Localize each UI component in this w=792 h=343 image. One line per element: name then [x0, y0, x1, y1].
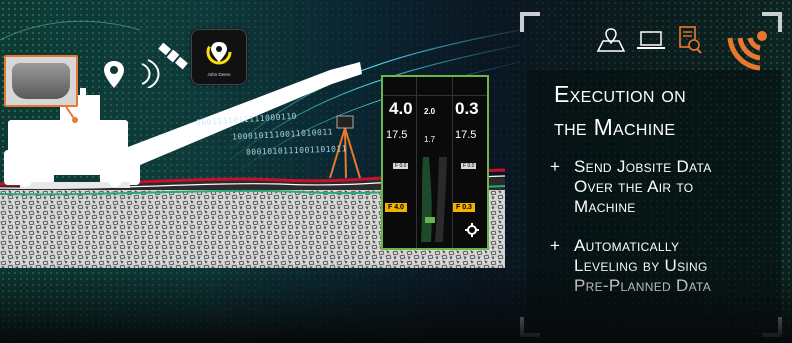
- banner: 0001111011111000110 1000101110011010011 …: [0, 0, 792, 343]
- center-top-value: 2.0: [424, 107, 436, 116]
- right-target-value: F 0.3: [453, 203, 475, 212]
- right-depth-value: 17.5: [455, 129, 477, 141]
- laptop-icon: [637, 31, 665, 49]
- left-target-value: F 4.0: [385, 203, 407, 212]
- right-tag: F 0.0: [461, 163, 477, 169]
- bullet-line: Pre-Planned Data: [574, 276, 712, 295]
- john-deere-app-icon: John Deere: [191, 29, 247, 85]
- bullet-mark: +: [550, 236, 561, 255]
- bullet-line: Over the Air to: [574, 177, 694, 196]
- app-label: John Deere: [207, 72, 231, 77]
- headline-line-2: the Machine: [554, 114, 676, 140]
- left-depth-value: 17.5: [386, 129, 408, 141]
- machine-track-graphic: [421, 157, 447, 242]
- bullet-line: Leveling by Using: [574, 256, 708, 275]
- right-slope-value: 0.3: [455, 99, 479, 118]
- headline: Execution on the Machine: [554, 78, 686, 144]
- left-tag: F 0.0: [393, 163, 409, 169]
- location-pin-icon: [104, 61, 124, 88]
- bullet-mark: +: [550, 157, 561, 176]
- left-slope-value: 4.0: [389, 99, 413, 118]
- gear-icon[interactable]: [465, 223, 479, 237]
- wireless-signal-icon: [727, 31, 767, 71]
- bullet-line: Machine: [574, 197, 636, 216]
- map-location-icon: [596, 28, 626, 52]
- sensor-inset-image: [4, 55, 78, 107]
- center-mid-value: 1.7: [424, 135, 436, 144]
- document-search-icon: [679, 26, 702, 54]
- bullet-line: Automatically: [574, 236, 680, 255]
- machine-display: 4.0 17.5 2.0 1.7 0.3 17.5 F 0.0 F 0.0 F …: [381, 75, 489, 250]
- headline-line-1: Execution on: [554, 81, 687, 107]
- satellite-icon: [158, 42, 188, 70]
- bullet-line: Send Jobsite Data: [574, 157, 712, 176]
